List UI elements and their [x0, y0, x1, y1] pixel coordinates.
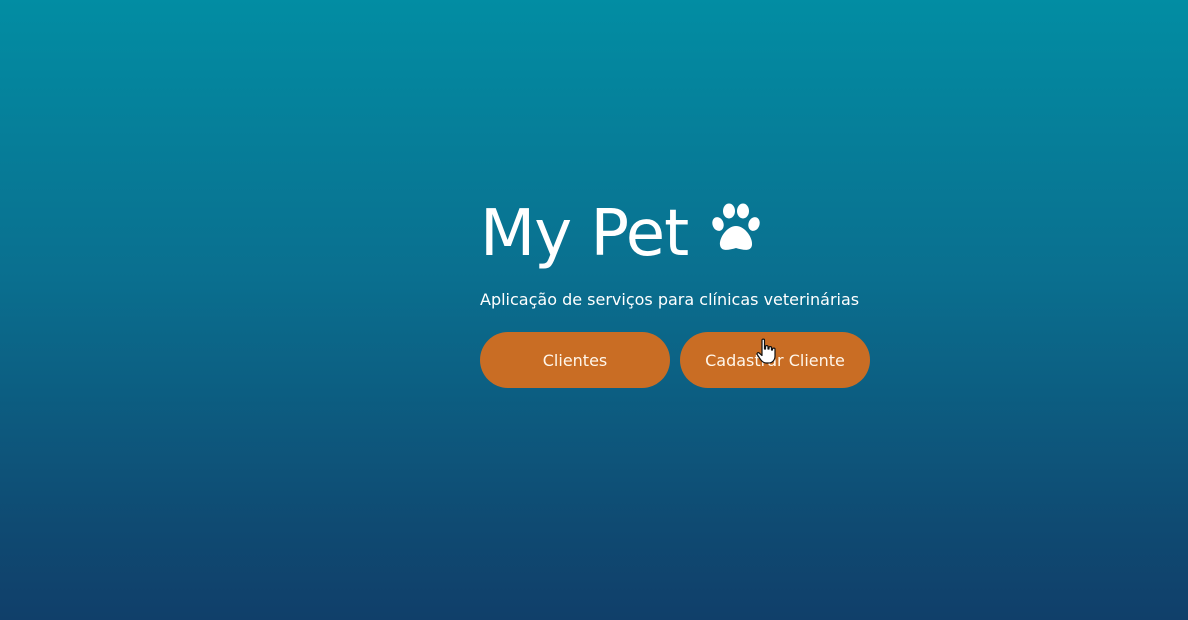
hero-section: My Pet Aplicação de serviços para clínic…: [480, 196, 900, 388]
page-title: My Pet: [480, 197, 689, 271]
title-row: My Pet: [480, 196, 900, 272]
register-client-button[interactable]: Cadastrar Cliente: [680, 332, 870, 388]
action-buttons: Clientes Cadastrar Cliente: [480, 332, 900, 388]
subtitle: Aplicação de serviços para clínicas vete…: [480, 290, 860, 309]
clients-button[interactable]: Clientes: [480, 332, 670, 388]
paw-icon: [712, 203, 760, 250]
